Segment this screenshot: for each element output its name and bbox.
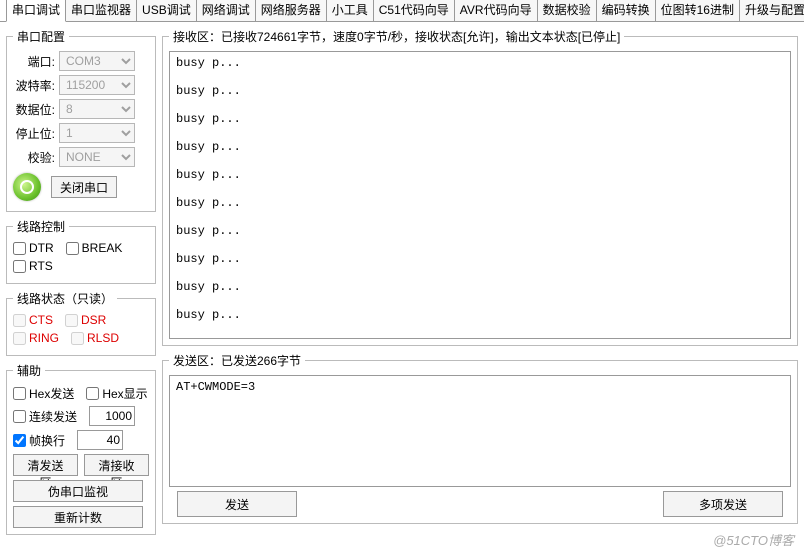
line-control-legend: 线路控制 — [13, 218, 69, 235]
tab-4[interactable]: 网络服务器 — [255, 0, 327, 21]
frame-value-input[interactable] — [77, 430, 123, 450]
tab-8[interactable]: 数据校验 — [537, 0, 597, 21]
serial-config-group: 串口配置 端口: COM3 波特率: 115200 数据位: 8 停止位: 1 … — [6, 28, 156, 212]
recv-textarea[interactable] — [169, 51, 791, 339]
fake-monitor-button[interactable]: 伪串口监视 — [13, 480, 143, 502]
frame-newline-checkbox[interactable]: 帧换行 — [13, 432, 65, 449]
serial-config-legend: 串口配置 — [13, 28, 69, 45]
line-control-group: 线路控制 DTR BREAK RTS — [6, 218, 156, 284]
continuous-send-checkbox[interactable]: 连续发送 — [13, 408, 77, 425]
close-port-button[interactable]: 关闭串口 — [51, 176, 117, 198]
dtr-checkbox[interactable]: DTR — [13, 241, 54, 255]
send-button[interactable]: 发送 — [177, 491, 297, 517]
tab-6[interactable]: C51代码向导 — [373, 0, 455, 21]
port-select[interactable]: COM3 — [59, 51, 135, 71]
tab-bar: 串口调试串口监视器USB调试网络调试网络服务器小工具C51代码向导AVR代码向导… — [0, 0, 804, 22]
recv-group: 接收区：已接收724661字节，速度0字节/秒，接收状态[允许]，输出文本状态[… — [162, 28, 798, 346]
aux-group: 辅助 Hex发送 Hex显示 连续发送 帧换行 清发送区 清接收区 伪串口监视 … — [6, 362, 156, 535]
stopbits-select[interactable]: 1 — [59, 123, 135, 143]
tab-2[interactable]: USB调试 — [136, 0, 197, 21]
parity-label: 校验: — [13, 149, 55, 166]
tab-3[interactable]: 网络调试 — [196, 0, 256, 21]
recv-legend: 接收区：已接收724661字节，速度0字节/秒，接收状态[允许]，输出文本状态[… — [169, 28, 624, 45]
tab-10[interactable]: 位图转16进制 — [655, 0, 740, 21]
recount-button[interactable]: 重新计数 — [13, 506, 143, 528]
aux-legend: 辅助 — [13, 362, 45, 379]
multi-send-button[interactable]: 多项发送 — [663, 491, 783, 517]
tab-9[interactable]: 编码转换 — [596, 0, 656, 21]
rts-checkbox[interactable]: RTS — [13, 259, 53, 273]
ring-status: RING — [13, 331, 59, 345]
tab-1[interactable]: 串口监视器 — [65, 0, 137, 21]
tab-5[interactable]: 小工具 — [326, 0, 374, 21]
databits-label: 数据位: — [13, 101, 55, 118]
hex-show-checkbox[interactable]: Hex显示 — [86, 385, 147, 402]
baud-select[interactable]: 115200 — [59, 75, 135, 95]
cts-status: CTS — [13, 313, 53, 327]
stopbits-label: 停止位: — [13, 125, 55, 142]
send-textarea[interactable] — [169, 375, 791, 487]
tab-7[interactable]: AVR代码向导 — [454, 0, 538, 21]
line-status-group: 线路状态（只读） CTS DSR RING RLSD — [6, 290, 156, 356]
clear-send-button[interactable]: 清发送区 — [13, 454, 78, 476]
continuous-interval-input[interactable] — [89, 406, 135, 426]
dsr-status: DSR — [65, 313, 106, 327]
rlsd-status: RLSD — [71, 331, 119, 345]
connection-status-icon — [13, 173, 41, 201]
hex-send-checkbox[interactable]: Hex发送 — [13, 385, 74, 402]
baud-label: 波特率: — [13, 77, 55, 94]
send-legend: 发送区：已发送266字节 — [169, 352, 305, 369]
parity-select[interactable]: NONE — [59, 147, 135, 167]
databits-select[interactable]: 8 — [59, 99, 135, 119]
port-label: 端口: — [13, 53, 55, 70]
tab-11[interactable]: 升级与配置 — [739, 0, 804, 21]
break-checkbox[interactable]: BREAK — [66, 241, 123, 255]
send-group: 发送区：已发送266字节 发送 多项发送 — [162, 352, 798, 524]
line-status-legend: 线路状态（只读） — [13, 290, 117, 307]
tab-0[interactable]: 串口调试 — [6, 0, 66, 22]
clear-recv-button[interactable]: 清接收区 — [84, 454, 149, 476]
